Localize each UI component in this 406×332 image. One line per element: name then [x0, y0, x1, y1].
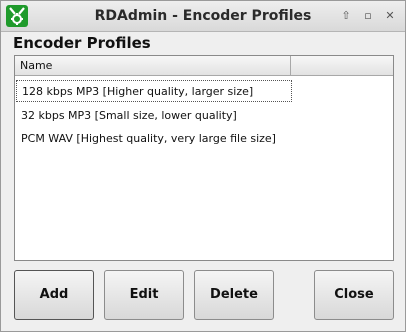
- list-item[interactable]: PCM WAV [Highest quality, very large fil…: [16, 128, 292, 150]
- column-header-name[interactable]: Name: [15, 56, 291, 75]
- delete-button[interactable]: Delete: [194, 270, 274, 320]
- encoder-profiles-list[interactable]: Name 128 kbps MP3 [Higher quality, large…: [14, 55, 394, 261]
- title-bar[interactable]: RDAdmin - Encoder Profiles ⇧ ▫ ✕: [1, 1, 405, 32]
- list-item[interactable]: 128 kbps MP3 [Higher quality, larger siz…: [16, 80, 292, 102]
- maximize-icon[interactable]: ▫: [360, 8, 376, 24]
- close-icon[interactable]: ✕: [382, 8, 398, 24]
- encoder-profiles-window: RDAdmin - Encoder Profiles ⇧ ▫ ✕ Encoder…: [0, 0, 406, 332]
- list-item[interactable]: 32 kbps MP3 [Small size, lower quality]: [16, 105, 292, 127]
- column-header-extra[interactable]: [292, 56, 393, 75]
- edit-button[interactable]: Edit: [104, 270, 184, 320]
- page-title: Encoder Profiles: [13, 34, 151, 52]
- list-header: Name: [15, 56, 393, 76]
- add-button[interactable]: Add: [14, 270, 94, 320]
- shade-up-icon[interactable]: ⇧: [338, 8, 354, 24]
- close-button[interactable]: Close: [314, 270, 394, 320]
